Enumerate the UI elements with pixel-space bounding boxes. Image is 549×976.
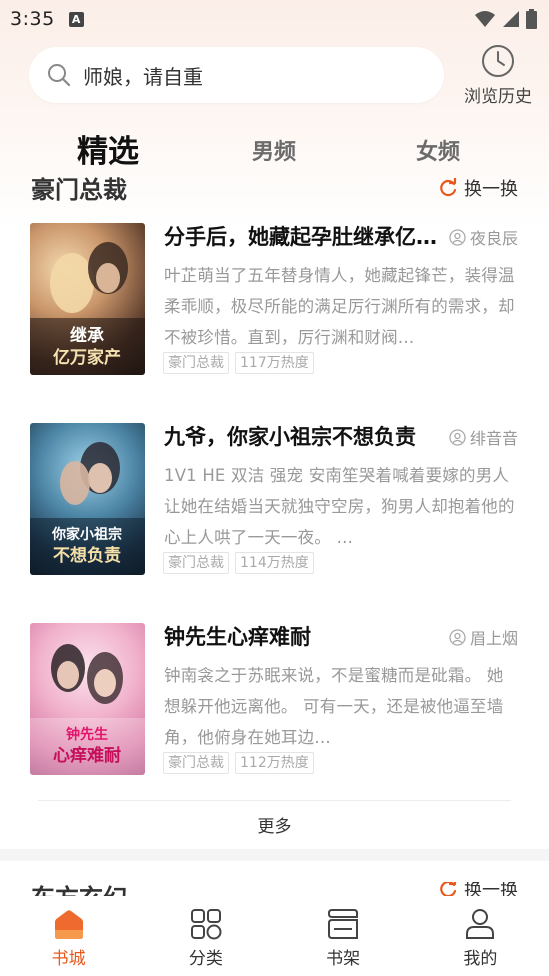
genre-tag: 豪门总裁 bbox=[163, 552, 229, 574]
nav-category[interactable]: 分类 bbox=[137, 896, 274, 976]
wifi-icon bbox=[475, 11, 495, 27]
book-cover[interactable]: 钟先生 心痒难耐 bbox=[30, 623, 145, 775]
author-name: 夜良辰 bbox=[469, 229, 518, 248]
signal-icon bbox=[503, 11, 519, 27]
book-cover[interactable]: 继承 亿万家产 bbox=[30, 223, 145, 375]
bookshelf-icon bbox=[328, 909, 359, 939]
tab-featured[interactable]: 精选 bbox=[77, 126, 139, 171]
book-author: 眉上烟 bbox=[449, 625, 518, 649]
svg-text:心痒难耐: 心痒难耐 bbox=[53, 745, 121, 766]
nav-label: 分类 bbox=[188, 949, 223, 969]
cover-art: 继承 亿万家产 bbox=[30, 242, 145, 375]
book-item[interactable]: 钟先生 心痒难耐 钟先生心痒难耐 眉上烟 钟南衾之于苏眠来说，不是蜜糖而是砒霜。… bbox=[30, 623, 530, 777]
book-description: 1V1 HE 双洁 强宠 安南笙哭着喊着要嫁的男人让她在结婚当天就独守空房，狗男… bbox=[164, 466, 515, 547]
popularity-tag: 112万热度 bbox=[235, 752, 314, 774]
next-refresh-button[interactable]: 换一换 bbox=[438, 882, 518, 896]
nav-bookshelf[interactable]: 书架 bbox=[275, 896, 412, 976]
refresh-icon bbox=[440, 882, 457, 896]
profile-icon bbox=[466, 909, 495, 939]
book-author: 绯音音 bbox=[449, 425, 518, 449]
book-tags: 豪门总裁 112万热度 bbox=[163, 752, 314, 774]
svg-text:亿万家产: 亿万家产 bbox=[53, 347, 121, 368]
search-icon bbox=[48, 64, 71, 87]
author-name: 眉上烟 bbox=[469, 629, 518, 648]
book-author: 夜良辰 bbox=[449, 225, 518, 249]
book-title: 分手后，她藏起孕肚继承亿万家产 bbox=[164, 225, 439, 249]
search-placeholder: 师娘，请自重 bbox=[83, 64, 203, 89]
nav-label: 书架 bbox=[326, 949, 361, 969]
popularity-tag: 117万热度 bbox=[235, 352, 314, 374]
genre-tag: 豪门总裁 bbox=[163, 352, 229, 374]
book-description: 钟南衾之于苏眠来说，不是蜜糖而是砒霜。 她想躲开他远离他。 可有一天，还是被他逼… bbox=[164, 666, 504, 747]
battery-icon bbox=[526, 9, 537, 29]
search-input[interactable]: 师娘，请自重 bbox=[29, 47, 444, 103]
status-bar: 3:35 A bbox=[0, 0, 549, 38]
status-icons bbox=[474, 9, 537, 29]
nav-bookstore[interactable]: 书城 bbox=[0, 896, 137, 976]
genre-tag: 豪门总裁 bbox=[163, 752, 229, 774]
refresh-label: 换一换 bbox=[464, 179, 518, 200]
author-icon bbox=[449, 628, 466, 646]
svg-text:钟先生: 钟先生 bbox=[66, 726, 108, 743]
bottom-navigation: 书城 分类 书架 我的 bbox=[0, 896, 549, 976]
book-item[interactable]: 你家小祖宗 不想负责 九爷，你家小祖宗不想负责 绯音音 1V1 HE 双洁 强宠… bbox=[30, 423, 530, 577]
svg-text:不想负责: 不想负责 bbox=[53, 545, 121, 566]
book-title: 钟先生心痒难耐 bbox=[164, 625, 311, 649]
category-grid-icon bbox=[190, 909, 222, 940]
more-button[interactable]: 更多 bbox=[0, 812, 549, 837]
refresh-icon bbox=[440, 178, 457, 197]
refresh-button[interactable]: 换一换 bbox=[438, 175, 518, 201]
book-description: 叶芷萌当了五年替身情人，她藏起锋芒，装得温柔乖顺，极尽所能的满足厉行渊所有的需求… bbox=[164, 266, 515, 347]
nav-label: 书城 bbox=[51, 949, 86, 969]
clock-icon bbox=[482, 45, 514, 77]
nav-label: 我的 bbox=[463, 949, 498, 969]
cover-art: 钟先生 心痒难耐 bbox=[30, 644, 145, 775]
section-title: 豪门总裁 bbox=[31, 175, 127, 204]
next-section-title: 东方玄幻 bbox=[31, 878, 127, 896]
author-icon bbox=[449, 428, 466, 446]
author-name: 绯音音 bbox=[469, 429, 518, 448]
notification-a-icon: A bbox=[68, 11, 84, 27]
book-tags: 豪门总裁 114万热度 bbox=[163, 552, 314, 574]
browse-history-label: 浏览历史 bbox=[464, 87, 532, 107]
home-icon bbox=[54, 910, 83, 939]
status-time: 3:35 bbox=[10, 8, 55, 30]
book-cover[interactable]: 你家小祖宗 不想负责 bbox=[30, 423, 145, 575]
nav-profile[interactable]: 我的 bbox=[412, 896, 549, 976]
tab-female[interactable]: 女频 bbox=[416, 134, 460, 166]
author-icon bbox=[449, 228, 466, 246]
browse-history-button[interactable]: 浏览历史 bbox=[458, 44, 538, 108]
section-separator bbox=[0, 849, 549, 861]
cover-art: 你家小祖宗 不想负责 bbox=[30, 442, 145, 575]
tab-male[interactable]: 男频 bbox=[252, 134, 296, 166]
popularity-tag: 114万热度 bbox=[235, 552, 314, 574]
book-title: 九爷，你家小祖宗不想负责 bbox=[164, 425, 416, 449]
divider bbox=[38, 800, 511, 801]
svg-text:继承: 继承 bbox=[70, 325, 104, 346]
book-item[interactable]: 继承 亿万家产 分手后，她藏起孕肚继承亿万家产 夜良辰 叶芷萌当了五年替身情人，… bbox=[30, 223, 530, 377]
svg-text:你家小祖宗: 你家小祖宗 bbox=[51, 526, 122, 543]
book-tags: 豪门总裁 117万热度 bbox=[163, 352, 314, 374]
next-refresh-label: 换一换 bbox=[464, 882, 518, 896]
